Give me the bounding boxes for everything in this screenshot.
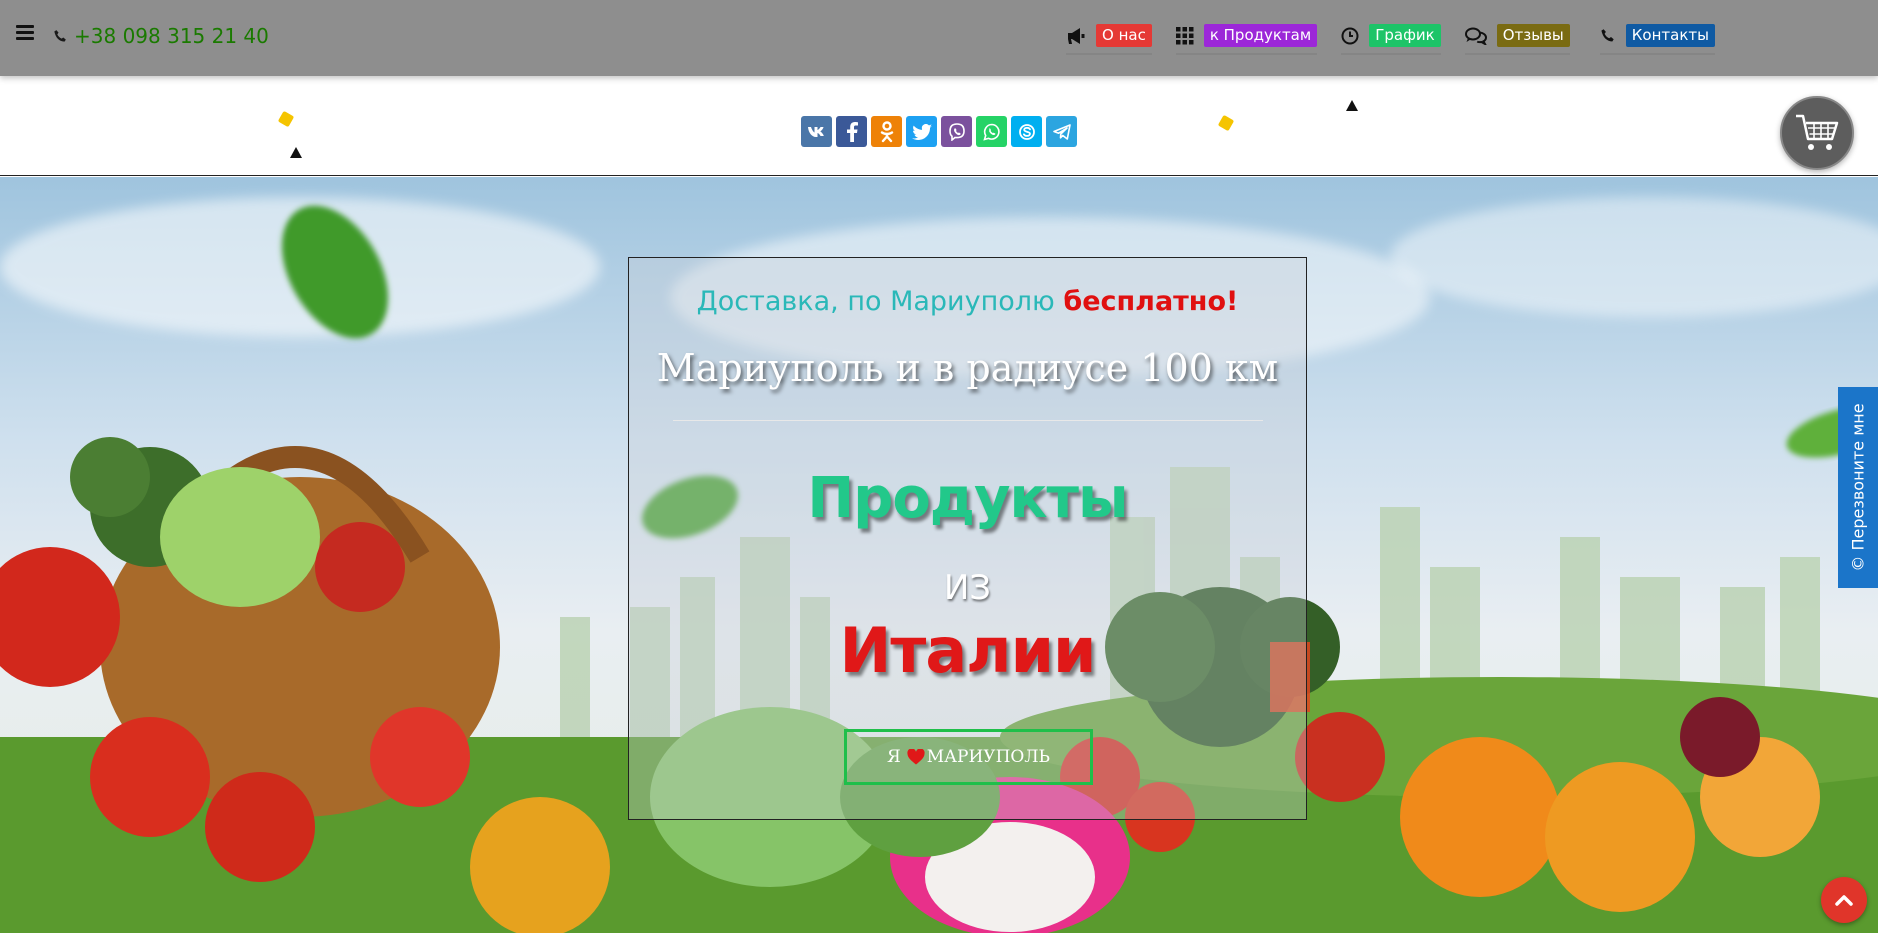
- twitter-icon: [911, 123, 932, 140]
- twitter-share-button[interactable]: [906, 116, 937, 147]
- italy-word: Италии: [839, 614, 1097, 687]
- odnoklassniki-share-button[interactable]: [871, 116, 902, 147]
- nav-products[interactable]: к Продуктам: [1175, 24, 1318, 55]
- love-mariupol-button[interactable]: Я МАРИУПОЛЬ: [844, 729, 1093, 785]
- whatsapp-icon: [982, 123, 1000, 141]
- clock-icon: [1341, 27, 1359, 44]
- whatsapp-share-button[interactable]: [976, 116, 1007, 147]
- grid-icon: [1175, 26, 1194, 44]
- callback-label[interactable]: © Перезвоните мне: [1849, 403, 1868, 571]
- telegram-icon: [1052, 123, 1071, 140]
- love-prefix: Я: [887, 747, 901, 767]
- hero-promo-box: Доставка, по Мариуполю бесплатно! Мариуп…: [628, 257, 1307, 820]
- love-city: МАРИУПОЛЬ: [926, 747, 1050, 767]
- heart-icon: [907, 749, 925, 765]
- viber-icon: [948, 122, 965, 141]
- hero-section: Доставка, по Мариуполю бесплатно! Мариуп…: [0, 177, 1878, 933]
- megaphone-icon: [1068, 27, 1085, 44]
- products-word: Продукты: [807, 466, 1128, 531]
- triangle-decoration: [1346, 100, 1358, 111]
- nav-reviews[interactable]: Отзывы: [1464, 24, 1570, 55]
- nav-schedule-label[interactable]: График: [1369, 24, 1441, 47]
- vk-share-button[interactable]: [801, 116, 832, 147]
- top-navbar: +38 098 315 21 40 О нас к Продуктам Граф…: [0, 0, 1878, 76]
- divider: [673, 420, 1263, 421]
- shopping-cart-icon: [1796, 114, 1839, 150]
- nav-reviews-label[interactable]: Отзывы: [1496, 24, 1570, 47]
- scroll-top-button[interactable]: [1821, 877, 1867, 923]
- nav-contacts[interactable]: Контакты: [1599, 24, 1715, 55]
- cart-button[interactable]: [1780, 96, 1854, 170]
- header-phone[interactable]: +38 098 315 21 40: [53, 24, 269, 48]
- confetti-decoration: [1217, 114, 1235, 132]
- confetti-decoration: [277, 110, 295, 128]
- phone-icon: [1601, 28, 1614, 41]
- comments-icon: [1464, 27, 1487, 45]
- social-share-buttons: [801, 116, 1081, 147]
- skype-icon: [1018, 123, 1035, 140]
- nav-about-label[interactable]: О нас: [1096, 24, 1152, 47]
- menu-icon[interactable]: [16, 25, 34, 41]
- triangle-decoration: [290, 147, 302, 158]
- share-strip: [0, 76, 1878, 176]
- facebook-share-button[interactable]: [836, 116, 867, 147]
- delivery-radius-text: Мариуполь и в радиусе 100 км: [656, 346, 1279, 390]
- vk-icon: [807, 126, 824, 137]
- main-nav: О нас к Продуктам График Отзывы Контакты: [1066, 24, 1715, 55]
- skype-share-button[interactable]: [1011, 116, 1042, 147]
- phone-icon: [54, 29, 66, 42]
- nav-products-label[interactable]: к Продуктам: [1203, 24, 1318, 47]
- nav-about[interactable]: О нас: [1066, 24, 1152, 55]
- viber-share-button[interactable]: [941, 116, 972, 147]
- facebook-icon: [846, 121, 858, 142]
- chevron-up-icon: [1835, 895, 1853, 906]
- odnoklassniki-icon: [880, 120, 893, 142]
- delivery-free-text: бесплатно!: [1063, 286, 1239, 317]
- phone-number[interactable]: +38 098 315 21 40: [74, 24, 269, 48]
- delivery-headline: Доставка, по Мариуполю бесплатно!: [629, 286, 1306, 317]
- telegram-share-button[interactable]: [1046, 116, 1077, 147]
- nav-schedule[interactable]: График: [1341, 24, 1441, 55]
- from-word: ИЗ: [943, 568, 992, 608]
- callback-tab[interactable]: © Перезвоните мне: [1838, 387, 1878, 588]
- nav-contacts-label[interactable]: Контакты: [1625, 24, 1715, 47]
- delivery-text: Доставка, по Мариуполю: [696, 286, 1055, 317]
